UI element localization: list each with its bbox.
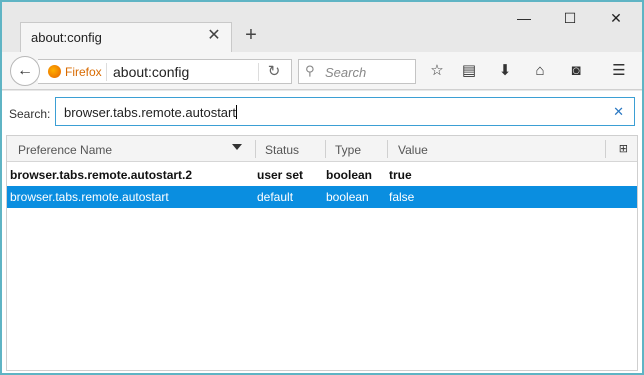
pref-type: boolean [326, 168, 373, 182]
minimize-icon[interactable]: — [514, 8, 534, 28]
firefox-icon [48, 65, 61, 78]
filter-label: Search: [9, 107, 51, 121]
column-divider[interactable] [255, 140, 256, 158]
title-bar: about:config ✕ + — ☐ ✕ [2, 2, 642, 52]
url-bar[interactable]: Firefox about:config ↻ [38, 59, 292, 84]
filter-input[interactable]: browser.tabs.remote.autostart ✕ [55, 97, 635, 126]
column-header-type[interactable]: Type [335, 143, 361, 157]
search-icon: ⚲ [305, 63, 315, 78]
divider [258, 63, 259, 81]
filter-input-value[interactable]: browser.tabs.remote.autostart [64, 105, 237, 120]
search-placeholder[interactable]: Search [325, 65, 366, 80]
sort-descending-icon[interactable] [232, 144, 242, 150]
clear-filter-icon[interactable]: ✕ [613, 104, 624, 120]
reload-icon[interactable]: ↻ [264, 62, 284, 82]
column-header-status[interactable]: Status [265, 143, 299, 157]
bookmark-star-icon[interactable]: ☆ [426, 60, 448, 82]
pref-status: default [257, 190, 294, 204]
browser-window: about:config ✕ + — ☐ ✕ Firefox about:con… [0, 0, 644, 375]
about-config-page: Search: browser.tabs.remote.autostart ✕ … [2, 91, 642, 373]
download-icon[interactable]: ⬇ [494, 60, 516, 82]
divider [106, 63, 107, 81]
column-divider[interactable] [387, 140, 388, 158]
url-text[interactable]: about:config [113, 64, 189, 80]
identity-label[interactable]: Firefox [65, 65, 102, 79]
column-picker-icon[interactable]: ⊞ [619, 142, 628, 155]
pref-status: user set [257, 168, 304, 182]
pref-value: true [389, 168, 412, 182]
new-tab-icon[interactable]: + [240, 24, 262, 46]
table-header: Preference Name Status Type Value ⊞ [7, 136, 637, 162]
navigation-toolbar: Firefox about:config ↻ ← ⚲ Search ☆ ▤ ⬇ … [2, 52, 642, 90]
close-window-icon[interactable]: ✕ [606, 8, 626, 28]
pref-type: boolean [326, 190, 369, 204]
home-icon[interactable]: ⌂ [529, 60, 551, 82]
preferences-table: Preference Name Status Type Value ⊞ brow… [6, 135, 638, 371]
tab-title: about:config [31, 30, 102, 45]
column-header-name[interactable]: Preference Name [18, 143, 112, 157]
tab-about-config[interactable]: about:config ✕ [20, 22, 232, 52]
tab-close-icon[interactable]: ✕ [205, 27, 223, 45]
column-divider[interactable] [605, 140, 606, 158]
table-row[interactable]: browser.tabs.remote.autostart.2 user set… [7, 164, 637, 186]
search-bar[interactable]: ⚲ Search [298, 59, 416, 84]
maximize-icon[interactable]: ☐ [560, 8, 580, 28]
back-arrow-icon: ← [17, 62, 33, 79]
column-divider[interactable] [325, 140, 326, 158]
menu-icon[interactable]: ☰ [608, 60, 630, 82]
pocket-icon[interactable]: ◙ [565, 60, 587, 82]
back-button[interactable]: ← [10, 56, 40, 86]
pref-name: browser.tabs.remote.autostart [10, 190, 169, 204]
pref-name: browser.tabs.remote.autostart.2 [10, 168, 193, 182]
column-header-value[interactable]: Value [398, 143, 428, 157]
reading-list-icon[interactable]: ▤ [458, 60, 480, 82]
pref-value: false [389, 190, 415, 204]
table-row-selected[interactable]: browser.tabs.remote.autostart default bo… [7, 186, 637, 208]
